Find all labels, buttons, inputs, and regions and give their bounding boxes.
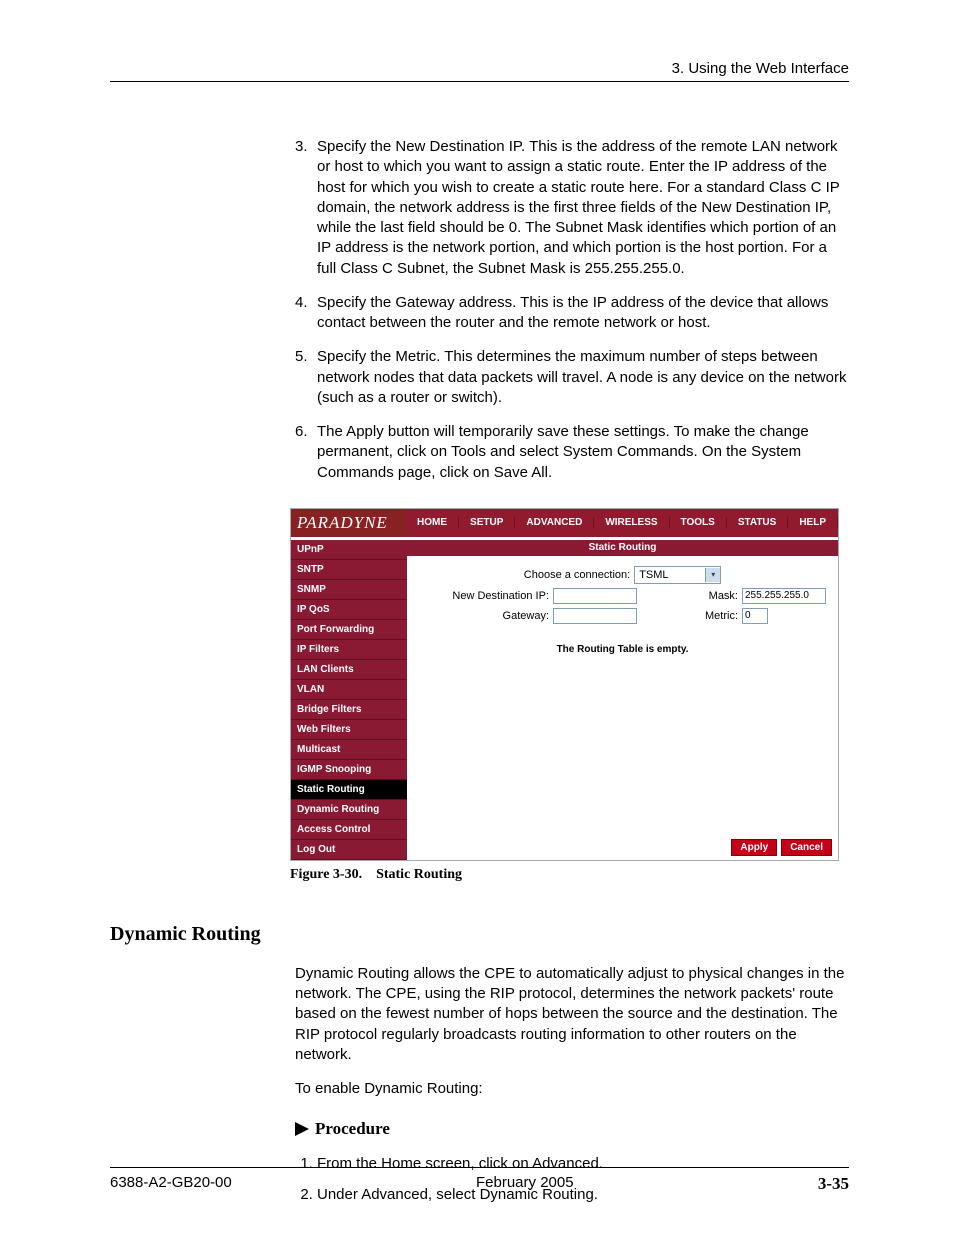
- panel-title: Static Routing: [407, 540, 838, 556]
- nav-advanced[interactable]: ADVANCED: [515, 517, 594, 528]
- sidebar: UPnP SNTP SNMP IP QoS Port Forwarding IP…: [291, 537, 407, 860]
- sidebar-ip-filters[interactable]: IP Filters: [291, 640, 407, 660]
- enable-dynamic-routing-intro: To enable Dynamic Routing:: [295, 1079, 849, 1099]
- new-destination-input[interactable]: [553, 588, 637, 604]
- nav-home[interactable]: HOME: [406, 517, 459, 528]
- doc-number: 6388-A2-GB20-00: [110, 1174, 232, 1194]
- nav-help[interactable]: HELP: [788, 517, 838, 528]
- new-destination-label: New Destination IP:: [419, 590, 549, 602]
- nav-setup[interactable]: SETUP: [459, 517, 515, 528]
- sidebar-lan-clients[interactable]: LAN Clients: [291, 660, 407, 680]
- sidebar-igmp-snooping[interactable]: IGMP Snooping: [291, 760, 407, 780]
- nav-tools[interactable]: TOOLS: [670, 517, 727, 528]
- chevron-down-icon: ▾: [705, 568, 720, 582]
- connection-select[interactable]: TSML ▾: [634, 566, 721, 584]
- sidebar-snmp[interactable]: SNMP: [291, 580, 407, 600]
- triangle-icon: [295, 1122, 309, 1136]
- sidebar-bridge-filters[interactable]: Bridge Filters: [291, 700, 407, 720]
- top-nav: HOME SETUP ADVANCED WIRELESS TOOLS STATU…: [406, 509, 838, 537]
- sidebar-port-forwarding[interactable]: Port Forwarding: [291, 620, 407, 640]
- header-rule: [110, 81, 849, 82]
- metric-label: Metric:: [705, 610, 738, 622]
- dynamic-routing-paragraph: Dynamic Routing allows the CPE to automa…: [295, 964, 849, 1065]
- nav-status[interactable]: STATUS: [727, 517, 789, 528]
- sidebar-access-control[interactable]: Access Control: [291, 820, 407, 840]
- mask-label: Mask:: [709, 590, 738, 602]
- gateway-label: Gateway:: [419, 610, 549, 622]
- sidebar-vlan[interactable]: VLAN: [291, 680, 407, 700]
- doc-date: February 2005: [476, 1174, 574, 1194]
- procedure-label: Procedure: [315, 1119, 390, 1139]
- sidebar-multicast[interactable]: Multicast: [291, 740, 407, 760]
- apply-button[interactable]: Apply: [731, 839, 777, 856]
- step-4: Specify the Gateway address. This is the…: [317, 293, 849, 334]
- page-number: 3-35: [818, 1174, 849, 1194]
- cancel-button[interactable]: Cancel: [781, 839, 832, 856]
- footer-rule: [110, 1167, 849, 1168]
- sidebar-ipqos[interactable]: IP QoS: [291, 600, 407, 620]
- step-5: Specify the Metric. This determines the …: [317, 347, 849, 408]
- metric-input[interactable]: [742, 608, 768, 624]
- sidebar-static-routing[interactable]: Static Routing: [291, 780, 407, 800]
- figure-caption: Figure 3-30. Static Routing: [290, 867, 849, 883]
- sidebar-sntp[interactable]: SNTP: [291, 560, 407, 580]
- sidebar-upnp[interactable]: UPnP: [291, 540, 407, 560]
- routing-table-empty: The Routing Table is empty.: [419, 644, 826, 655]
- router-screenshot: PARADYNE HOME SETUP ADVANCED WIRELESS TO…: [290, 508, 839, 861]
- nav-wireless[interactable]: WIRELESS: [594, 517, 669, 528]
- connection-value: TSML: [639, 569, 699, 581]
- step-6: The Apply button will temporarily save t…: [317, 422, 849, 483]
- sidebar-log-out[interactable]: Log Out: [291, 840, 407, 860]
- sidebar-web-filters[interactable]: Web Filters: [291, 720, 407, 740]
- sidebar-dynamic-routing[interactable]: Dynamic Routing: [291, 800, 407, 820]
- running-header: 3. Using the Web Interface: [110, 60, 849, 77]
- section-heading-dynamic-routing: Dynamic Routing: [110, 923, 849, 946]
- choose-connection-label: Choose a connection:: [524, 569, 630, 581]
- step-3: Specify the New Destination IP. This is …: [317, 137, 849, 279]
- mask-input[interactable]: [742, 588, 826, 604]
- brand-logo: PARADYNE: [291, 509, 406, 537]
- gateway-input[interactable]: [553, 608, 637, 624]
